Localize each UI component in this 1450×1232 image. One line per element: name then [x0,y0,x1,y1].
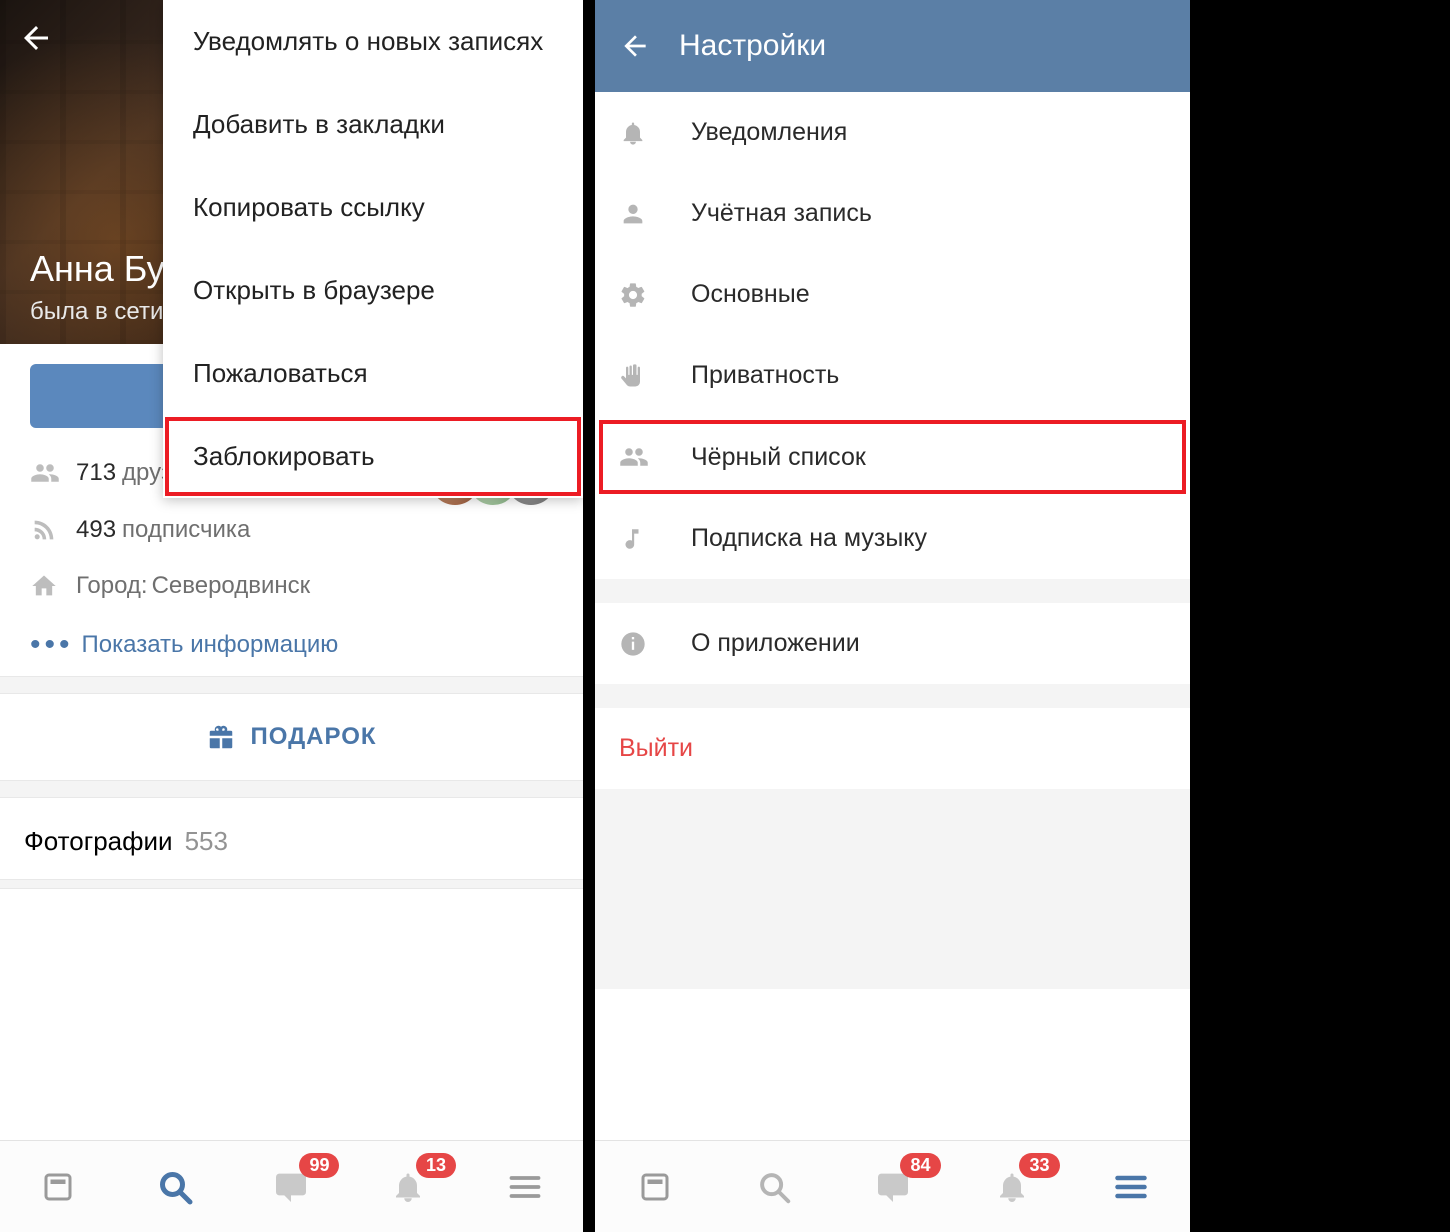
back-button[interactable] [619,30,651,62]
separator [595,579,1190,603]
arrow-left-icon [619,30,651,62]
settings-item-label: Уведомления [691,118,847,147]
city-value: Северодвинск [152,572,311,600]
friends-icon [30,458,76,488]
nav-messages[interactable]: 84 [865,1159,921,1215]
followers-count: 493 [76,516,116,544]
settings-about[interactable]: О приложении [595,603,1190,684]
photos-header[interactable]: Фотографии 553 [0,798,583,879]
menu-bookmark[interactable]: Добавить в закладки [163,83,583,166]
photos-count: 553 [185,826,228,857]
settings-item-label: Подписка на музыку [691,524,927,553]
profile-last-seen: была в сети [30,298,163,326]
show-info-row[interactable]: ••• Показать информацию [0,614,583,676]
nav-menu[interactable] [1103,1159,1159,1215]
logout-label: Выйти [619,734,693,763]
nav-menu[interactable] [497,1159,553,1215]
settings-account[interactable]: Учётная запись [595,173,1190,254]
gear-icon [619,281,691,309]
more-icon: ••• [30,628,74,662]
nav-search[interactable] [147,1159,203,1215]
menu-open-browser[interactable]: Открыть в браузере [163,249,583,332]
bottom-nav: 84 33 [595,1140,1190,1232]
nav-news[interactable] [627,1159,683,1215]
appbar: Настройки [595,0,1190,92]
settings-item-label: О приложении [691,629,860,658]
settings-general[interactable]: Основные [595,254,1190,335]
settings-blacklist[interactable]: Чёрный список [595,416,1190,498]
rss-icon [30,516,76,544]
city-row: Город: Северодвинск [0,558,583,614]
settings-screen: Настройки Уведомления Учётная запись Осн… [595,0,1190,1232]
badge-messages: 99 [299,1153,339,1178]
settings-music[interactable]: Подписка на музыку [595,498,1190,579]
separator [595,789,1190,989]
logout-button[interactable]: Выйти [595,708,1190,789]
separator [0,780,583,798]
separator [0,879,583,889]
hand-icon [619,362,691,390]
back-button[interactable] [18,20,54,56]
profile-name: Анна Бу [30,248,165,290]
city-label: Город: [76,572,148,600]
show-info-label: Показать информацию [82,631,339,659]
nav-search[interactable] [746,1159,802,1215]
badge-notifications: 13 [416,1153,456,1178]
friends-icon [619,442,691,472]
photos-label: Фотографии [24,826,173,857]
settings-item-label: Основные [691,280,810,309]
appbar-title: Настройки [679,29,826,63]
arrow-left-icon [18,20,54,56]
settings-notifications[interactable]: Уведомления [595,92,1190,173]
separator [595,684,1190,708]
profile-menu-dropdown: Уведомлять о новых записях Добавить в за… [163,0,583,498]
separator [0,676,583,694]
newsfeed-icon [637,1169,673,1205]
hamburger-icon [1113,1169,1149,1205]
bottom-nav: 99 13 [0,1140,583,1232]
settings-item-label: Учётная запись [691,199,872,228]
info-icon [619,630,691,658]
nav-messages[interactable]: 99 [263,1159,319,1215]
settings-item-label: Приватность [691,361,839,390]
menu-block[interactable]: Заблокировать [163,415,583,498]
gift-icon [206,722,236,752]
menu-copy-link[interactable]: Копировать ссылку [163,166,583,249]
nav-news[interactable] [30,1159,86,1215]
badge-messages: 84 [900,1153,940,1178]
bell-icon [619,119,691,147]
newsfeed-icon [40,1169,76,1205]
settings-privacy[interactable]: Приватность [595,335,1190,416]
nav-notifications[interactable]: 13 [380,1159,436,1215]
menu-report[interactable]: Пожаловаться [163,332,583,415]
followers-label: подписчика [122,516,250,544]
settings-item-label: Чёрный список [691,443,866,472]
gift-button[interactable]: ПОДАРОК [0,694,583,780]
settings-list: Уведомления Учётная запись Основные Прив… [595,92,1190,579]
music-icon [619,526,691,552]
hamburger-icon [507,1169,543,1205]
followers-row[interactable]: 493 подписчика [0,502,583,558]
search-icon [755,1168,793,1206]
user-icon [619,200,691,228]
home-icon [30,572,76,600]
profile-screen: Анна Бу была в сети Сообще 713 друзей 49… [0,0,595,1232]
friends-count: 713 [76,459,116,487]
menu-notify[interactable]: Уведомлять о новых записях [163,0,583,83]
badge-notifications: 33 [1019,1153,1059,1178]
nav-notifications[interactable]: 33 [984,1159,1040,1215]
search-icon [155,1167,195,1207]
gift-label: ПОДАРОК [250,723,376,751]
